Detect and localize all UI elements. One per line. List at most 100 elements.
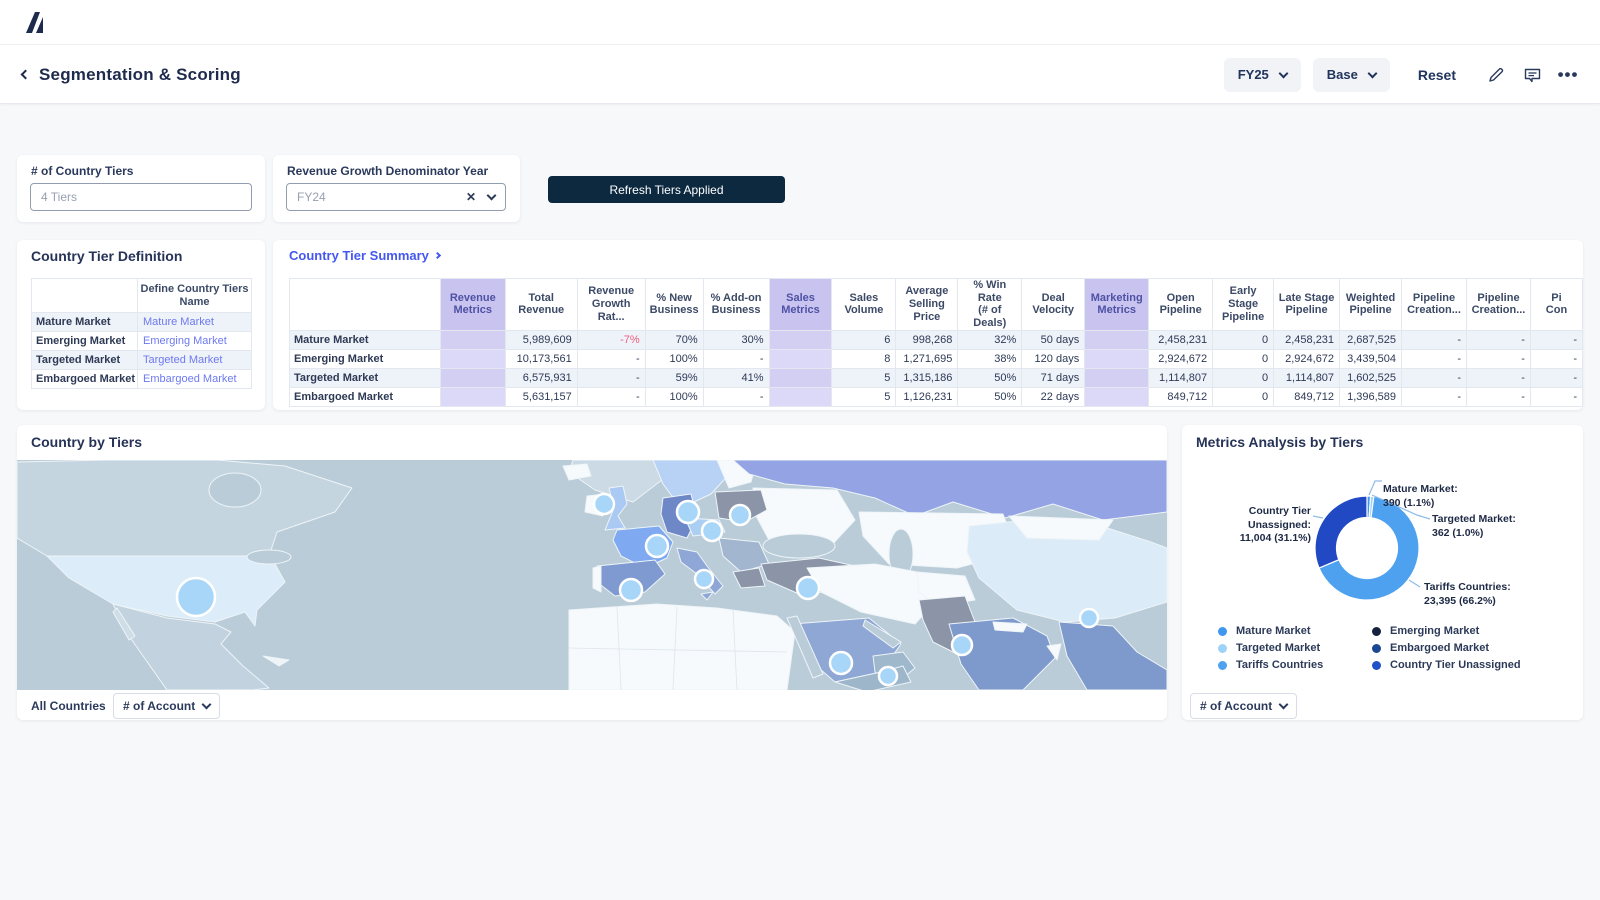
summary-cell — [769, 330, 832, 349]
version-selector[interactable]: Base — [1313, 58, 1390, 92]
summary-cell: 2,687,525 — [1340, 330, 1402, 349]
legend-dot-icon — [1372, 661, 1381, 670]
top-bar — [0, 0, 1600, 45]
summary-cell: - — [1467, 368, 1531, 387]
tier-definition-row: Mature MarketMature Market — [32, 313, 252, 332]
summary-column-header: Weighted Pipeline — [1340, 279, 1402, 331]
summary-table-row: Emerging Market10,173,561-100%-81,271,69… — [290, 349, 1583, 368]
growth-year-dropdown[interactable]: FY24 ✕ — [286, 183, 506, 211]
summary-table-row: Embargoed Market5,631,157-100%-51,126,23… — [290, 387, 1583, 406]
summary-cell: 1,114,807 — [1149, 368, 1213, 387]
map-bubble-turkey[interactable] — [797, 577, 819, 599]
summary-cell: 849,712 — [1274, 387, 1340, 406]
tier-summary-link[interactable]: Country Tier Summary — [289, 248, 440, 263]
map-bubble-austria[interactable] — [702, 521, 722, 541]
legend-item[interactable]: Country Tier Unassigned — [1372, 659, 1521, 671]
tier-definition-title: Country Tier Definition — [31, 248, 182, 264]
metrics-measure-dropdown[interactable]: # of Account — [1190, 693, 1297, 719]
summary-cell: 1,315,186 — [896, 368, 958, 387]
tier-name-cell[interactable]: Emerging Market — [138, 332, 252, 351]
world-map[interactable] — [17, 460, 1167, 690]
map-bubble-italy[interactable] — [695, 570, 713, 588]
summary-column-header: Revenue Metrics — [440, 279, 505, 331]
donut-slice-country-tier-unassigned[interactable] — [1315, 496, 1367, 568]
more-options-icon[interactable]: ••• — [1558, 65, 1578, 85]
tier-name-cell[interactable]: Embargoed Market — [138, 370, 252, 389]
summary-table-row: Targeted Market6,575,931-59%41%51,315,18… — [290, 368, 1583, 387]
summary-cell — [769, 349, 832, 368]
refresh-tiers-button[interactable]: Refresh Tiers Applied — [548, 176, 785, 203]
legend-label: Tariffs Countries — [1236, 659, 1323, 671]
summary-cell: 1,114,807 — [1274, 368, 1340, 387]
chevron-right-icon — [434, 252, 441, 259]
summary-cell — [440, 349, 505, 368]
summary-cell: 2,924,672 — [1274, 349, 1340, 368]
tier-definition-row: Embargoed MarketEmbargoed Market — [32, 370, 252, 389]
reset-button[interactable]: Reset — [1418, 67, 1456, 83]
summary-column-header: Pipeline Creation... — [1467, 279, 1531, 331]
country-tiers-label: # of Country Tiers — [31, 164, 133, 178]
summary-cell: 30% — [703, 330, 769, 349]
map-bubble-spain[interactable] — [620, 579, 642, 601]
chevron-down-icon — [1367, 68, 1377, 78]
donut-legend: Mature MarketEmerging Market Targeted Mar… — [1218, 625, 1521, 671]
summary-cell: -7% — [577, 330, 645, 349]
summary-cell: 6 — [832, 330, 896, 349]
legend-dot-icon — [1372, 627, 1381, 636]
version-selector-label: Base — [1327, 67, 1358, 82]
legend-label: Targeted Market — [1236, 642, 1320, 654]
summary-row-label: Targeted Market — [290, 368, 441, 387]
summary-cell: - — [577, 349, 645, 368]
legend-item[interactable]: Mature Market — [1218, 625, 1372, 637]
summary-cell: 50 days — [1022, 330, 1085, 349]
legend-dot-icon — [1218, 661, 1227, 670]
summary-column-header: % Win Rate (# of Deals) — [958, 279, 1022, 331]
map-bubble-pakistan[interactable] — [952, 635, 972, 655]
summary-cell: 22 days — [1022, 387, 1085, 406]
country-tiers-input[interactable] — [30, 183, 252, 211]
legend-item[interactable]: Targeted Market — [1218, 642, 1372, 654]
period-selector[interactable]: FY25 — [1224, 58, 1301, 92]
legend-item[interactable]: Embargoed Market — [1372, 642, 1521, 654]
map-bubble-ireland[interactable] — [594, 494, 614, 514]
tier-name-cell[interactable]: Targeted Market — [138, 351, 252, 370]
tier-row-label: Mature Market — [32, 313, 138, 332]
summary-cell: 5 — [832, 368, 896, 387]
summary-cell: - — [1467, 387, 1531, 406]
summary-cell: - — [1467, 330, 1531, 349]
comment-icon[interactable] — [1522, 65, 1542, 85]
legend-dot-icon — [1372, 644, 1381, 653]
back-button[interactable] — [22, 71, 29, 78]
map-bubble-united-states[interactable] — [177, 578, 215, 616]
map-bubble-saudi-arabia[interactable] — [830, 652, 852, 674]
callout-mature-market: Mature Market:390 (1.1%) — [1383, 483, 1458, 510]
summary-cell: 0 — [1213, 349, 1274, 368]
map-bubble-poland[interactable] — [730, 505, 750, 525]
legend-item[interactable]: Emerging Market — [1372, 625, 1521, 637]
chevron-down-icon — [1278, 68, 1288, 78]
dashboard-page: Segmentation & Scoring FY25 Base Reset •… — [0, 0, 1600, 900]
summary-column-header: Early Stage Pipeline — [1213, 279, 1274, 331]
summary-cell: 1,271,695 — [896, 349, 958, 368]
summary-cell: - — [703, 349, 769, 368]
summary-column-header: Average Selling Price — [896, 279, 958, 331]
anaplan-logo-icon[interactable] — [26, 11, 44, 33]
tier-definition-row: Emerging MarketEmerging Market — [32, 332, 252, 351]
summary-column-header: Pipeline Creation... — [1402, 279, 1467, 331]
legend-item[interactable]: Tariffs Countries — [1218, 659, 1372, 671]
app-header: Segmentation & Scoring FY25 Base Reset •… — [0, 45, 1600, 104]
map-bubble-china[interactable] — [1080, 609, 1098, 627]
summary-cell: 998,268 — [896, 330, 958, 349]
map-bubble-uae[interactable] — [879, 667, 897, 685]
tier-summary-table: Revenue MetricsTotal RevenueRevenue Grow… — [289, 278, 1583, 407]
edit-icon[interactable] — [1486, 65, 1506, 85]
map-measure-dropdown[interactable]: # of Account — [113, 693, 220, 719]
clear-icon[interactable]: ✕ — [466, 190, 476, 204]
tier-name-cell[interactable]: Mature Market — [138, 313, 252, 332]
summary-cell: 2,458,231 — [1274, 330, 1340, 349]
summary-cell: 50% — [958, 368, 1022, 387]
summary-cell: - — [1402, 368, 1467, 387]
summary-cell — [440, 368, 505, 387]
map-bubble-france[interactable] — [646, 535, 668, 557]
map-bubble-germany[interactable] — [677, 501, 699, 523]
